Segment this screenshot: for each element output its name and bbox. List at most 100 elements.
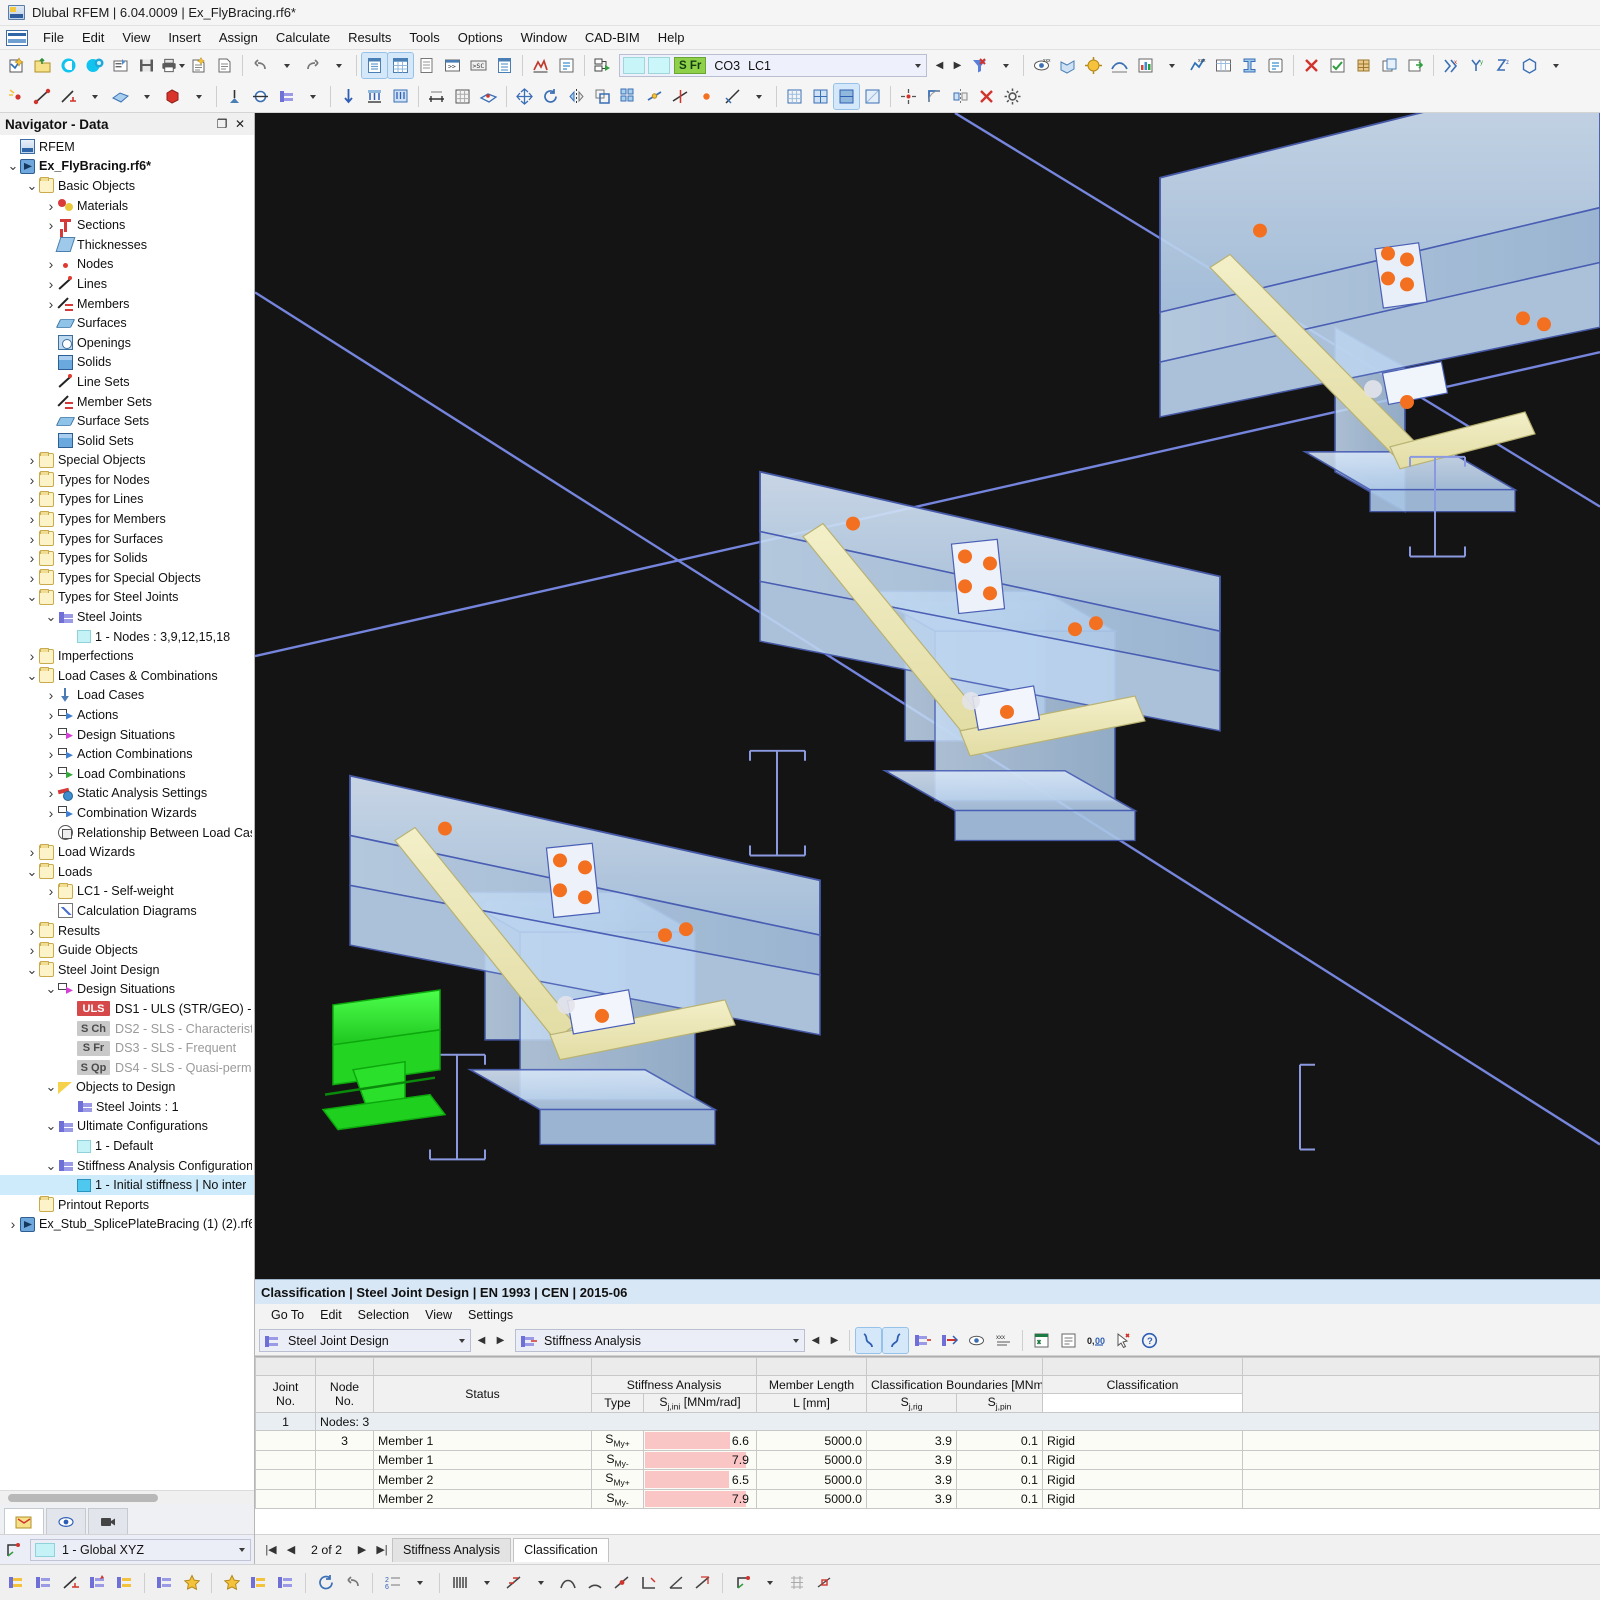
new-solid-dropdown-icon[interactable] bbox=[186, 84, 211, 109]
navigator-tree[interactable]: RFEM ⌄ Ex_FlyBracing.rf6* ⌄ Basic Objects › Ma… bbox=[0, 135, 254, 1490]
menu-assign[interactable]: Assign bbox=[210, 27, 267, 48]
results-menu-goto[interactable]: Go To bbox=[263, 1306, 312, 1324]
status-star-icon[interactable] bbox=[179, 1570, 204, 1595]
tree-item-ds2-sls-characterist[interactable]: S Ch DS2 - SLS - Characterist bbox=[0, 1019, 254, 1039]
tree-item-ex-stub-spliceplatebracing-1-2-rf6[interactable]: › Ex_Stub_SplicePlateBracing (1) (2).rf6* bbox=[0, 1215, 254, 1235]
deformation-icon[interactable] bbox=[1107, 53, 1132, 78]
tree-item-loads[interactable]: ⌄ Loads bbox=[0, 862, 254, 882]
close-results-icon[interactable] bbox=[1299, 53, 1324, 78]
model-viewport-3d[interactable] bbox=[255, 113, 1600, 1279]
table-group-row[interactable]: 1 Nodes: 3 bbox=[255, 1412, 1600, 1432]
tree-item-stiffness-analysis-configuration[interactable]: ⌄ Stiffness Analysis Configuration bbox=[0, 1156, 254, 1176]
expand-chevron-icon[interactable]: › bbox=[44, 217, 58, 233]
new-node-icon[interactable] bbox=[4, 84, 29, 109]
save-icon[interactable] bbox=[134, 53, 159, 78]
tree-item-1-default[interactable]: 1 - Default bbox=[0, 1136, 254, 1156]
support-icon[interactable] bbox=[222, 84, 247, 109]
export-model-icon[interactable] bbox=[1403, 53, 1428, 78]
tree-item-surfaces[interactable]: Surfaces bbox=[0, 313, 254, 333]
expand-chevron-icon[interactable]: › bbox=[25, 452, 39, 468]
status-module2-icon[interactable] bbox=[273, 1570, 298, 1595]
previous-load-case-icon[interactable]: ◀ bbox=[931, 55, 948, 76]
new-model-icon[interactable] bbox=[4, 53, 29, 78]
tree-item-ultimate-configurations[interactable]: ⌄ Ultimate Configurations bbox=[0, 1117, 254, 1137]
tree-item-load-combinations[interactable]: › Load Combinations bbox=[0, 764, 254, 784]
prev-page-button[interactable]: ◀ bbox=[281, 1539, 301, 1561]
result-table-icon[interactable] bbox=[1211, 53, 1236, 78]
table-header-sj-rig[interactable]: Sj,rig bbox=[866, 1392, 957, 1414]
tree-item-load-cases-combinations[interactable]: ⌄ Load Cases & Combinations bbox=[0, 666, 254, 686]
table-header-sj-ini[interactable]: Sj,ini [MNm/rad] bbox=[643, 1392, 757, 1414]
expand-chevron-icon[interactable]: › bbox=[44, 805, 58, 821]
tree-item-calculation-diagrams[interactable]: Calculation Diagrams bbox=[0, 901, 254, 921]
table-row[interactable]: Member 2 SMy- 7.9 5000.0 3.9 0.1 Rigid bbox=[255, 1488, 1600, 1510]
circle-load-icon[interactable] bbox=[694, 84, 719, 109]
render-icon[interactable] bbox=[1081, 53, 1106, 78]
ortho-icon[interactable] bbox=[922, 84, 947, 109]
tree-item-design-situations[interactable]: ⌄ Design Situations bbox=[0, 980, 254, 1000]
menu-help[interactable]: Help bbox=[649, 27, 694, 48]
status-object-snap-icon[interactable] bbox=[811, 1570, 836, 1595]
help-results-icon[interactable]: ? bbox=[1137, 1328, 1162, 1353]
scale-icon[interactable] bbox=[590, 84, 615, 109]
building-model-icon[interactable] bbox=[1351, 53, 1376, 78]
tree-item-members[interactable]: › Members bbox=[0, 294, 254, 314]
status-joint-list-icon[interactable] bbox=[31, 1570, 56, 1595]
status-diag-icon[interactable] bbox=[501, 1570, 526, 1595]
filter-results-icon[interactable] bbox=[855, 1327, 882, 1354]
next-page-button[interactable]: ▶ bbox=[352, 1539, 372, 1561]
design-module-next-icon[interactable]: ▶ bbox=[492, 1330, 509, 1351]
expand-chevron-icon[interactable]: › bbox=[44, 296, 58, 312]
expand-chevron-icon[interactable]: › bbox=[25, 550, 39, 566]
collapse-chevron-icon[interactable]: ⌄ bbox=[44, 982, 58, 996]
tree-item-static-analysis-settings[interactable]: › Static Analysis Settings bbox=[0, 784, 254, 804]
navigator-close-icon[interactable]: ✕ bbox=[231, 115, 249, 133]
results-display-icon[interactable] bbox=[1133, 53, 1158, 78]
table-header-blank[interactable] bbox=[1242, 1374, 1600, 1414]
tree-item-actions[interactable]: › Actions bbox=[0, 705, 254, 725]
tree-item-results[interactable]: › Results bbox=[0, 921, 254, 941]
undo-dropdown-icon[interactable] bbox=[274, 53, 299, 78]
show-values-icon[interactable]: xxx bbox=[991, 1328, 1016, 1353]
tree-item-sections[interactable]: › Sections bbox=[0, 215, 254, 235]
status-snap-line-icon[interactable] bbox=[609, 1570, 634, 1595]
show-hide-icon[interactable]: xxx bbox=[1029, 53, 1054, 78]
results-menu-settings[interactable]: Settings bbox=[460, 1306, 521, 1324]
table-header-node[interactable]: Node No. bbox=[315, 1374, 374, 1414]
model-check-icon[interactable] bbox=[1325, 53, 1350, 78]
move-icon[interactable] bbox=[512, 84, 537, 109]
status-bars-dropdown-icon[interactable] bbox=[474, 1570, 499, 1595]
table-header-blank[interactable]: Status bbox=[373, 1374, 592, 1414]
table-header-joint[interactable]: Joint No. bbox=[255, 1374, 316, 1414]
analysis-type-dropdown-icon[interactable] bbox=[786, 1338, 804, 1343]
collapse-chevron-icon[interactable]: ⌄ bbox=[25, 590, 39, 604]
status-member-icon[interactable] bbox=[58, 1570, 83, 1595]
expand-chevron-icon[interactable]: › bbox=[25, 942, 39, 958]
results-dropdown-icon[interactable] bbox=[1159, 53, 1184, 78]
menu-file[interactable]: File bbox=[34, 27, 73, 48]
load-case-dropdown-icon[interactable] bbox=[908, 63, 926, 68]
menu-edit[interactable]: Edit bbox=[73, 27, 113, 48]
status-number-dropdown-icon[interactable] bbox=[407, 1570, 432, 1595]
status-curve-icon[interactable] bbox=[555, 1570, 580, 1595]
expand-chevron-icon[interactable]: › bbox=[25, 648, 39, 664]
tree-item-member-sets[interactable]: Member Sets bbox=[0, 392, 254, 412]
status-grid-snap-icon[interactable] bbox=[784, 1570, 809, 1595]
tree-item-action-combinations[interactable]: › Action Combinations bbox=[0, 744, 254, 764]
tree-item-ds1-uls-str-geo[interactable]: ULS DS1 - ULS (STR/GEO) - bbox=[0, 999, 254, 1019]
status-ucs-icon[interactable] bbox=[730, 1570, 755, 1595]
new-line-icon[interactable] bbox=[30, 84, 55, 109]
expand-chevron-icon[interactable]: › bbox=[44, 727, 58, 743]
expand-chevron-icon[interactable]: › bbox=[44, 746, 58, 762]
tree-item-types-for-surfaces[interactable]: › Types for Surfaces bbox=[0, 529, 254, 549]
view-x-icon[interactable]: x bbox=[1439, 53, 1464, 78]
redo-icon[interactable] bbox=[300, 53, 325, 78]
table-row[interactable]: Member 2 SMy+ 6.5 5000.0 3.9 0.1 Rigid bbox=[255, 1469, 1600, 1490]
tree-item-ds3-sls-frequent[interactable]: S Fr DS3 - SLS - Frequent bbox=[0, 1038, 254, 1058]
status-design-icon[interactable] bbox=[85, 1570, 110, 1595]
work-plane-icon[interactable] bbox=[476, 84, 501, 109]
calculation-params-icon[interactable] bbox=[554, 53, 579, 78]
redo-dropdown-icon[interactable] bbox=[326, 53, 351, 78]
tree-item-printout-reports[interactable]: Printout Reports bbox=[0, 1195, 254, 1215]
table-header-sj-pin[interactable]: Sj,pin bbox=[956, 1392, 1043, 1414]
